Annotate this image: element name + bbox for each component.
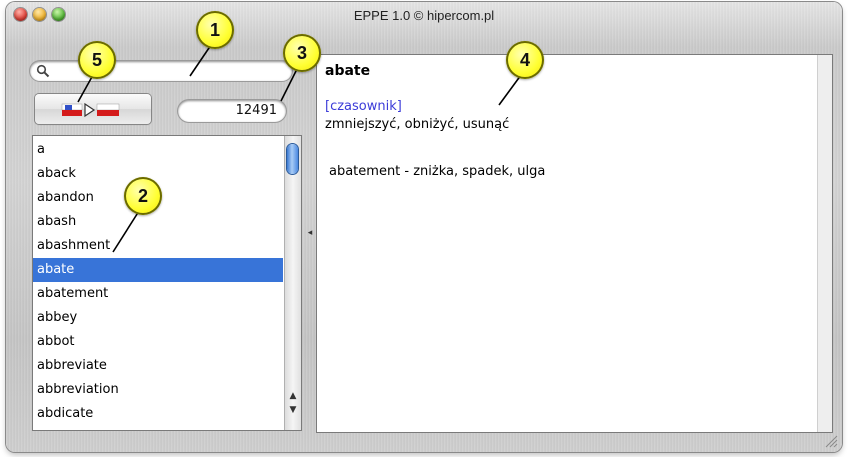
word-list-item[interactable]: aback	[33, 162, 283, 186]
word-list-item[interactable]: abbey	[33, 306, 283, 330]
definition-meaning: zmniejszyć, obniżyć, usunąć	[325, 117, 510, 132]
callout-1: 1	[196, 11, 234, 49]
word-count-field: 12491	[178, 100, 286, 122]
scroll-up-arrow-icon[interactable]: ▲	[285, 390, 301, 402]
word-list-item[interactable]: abash	[33, 210, 283, 234]
window-title: EPPE 1.0 © hipercom.pl	[353, 8, 495, 23]
word-list[interactable]: a aback abandon abash abashment abate abatemen…	[33, 136, 301, 430]
callout-2: 2	[124, 177, 162, 215]
definition-pane[interactable]: abate [czasownik] zmniejszyć, obniżyć, u…	[317, 55, 832, 432]
part-of-speech-label: [czasownik]	[325, 99, 402, 114]
scroll-down-arrow-icon[interactable]: ▼	[285, 404, 301, 416]
speak-button[interactable]	[35, 94, 151, 124]
title-bar[interactable]: EPPE 1.0 © hipercom.pl	[6, 2, 842, 28]
derived-word: abatement - zniżka, spadek, ulga	[329, 164, 546, 179]
word-list-item[interactable]: abbot	[33, 330, 283, 354]
pane-splitter-handle[interactable]: ◂	[303, 228, 317, 240]
callout-3: 3	[283, 34, 321, 72]
search-field[interactable]	[30, 61, 292, 82]
word-list-item[interactable]: abatement	[33, 282, 283, 306]
speak-pl-flag-icon	[61, 102, 120, 118]
magnifier-icon	[36, 64, 50, 78]
resize-grip-icon[interactable]	[824, 434, 838, 448]
callout-4: 4	[506, 41, 544, 79]
scrollbar-thumb[interactable]	[287, 144, 298, 174]
definition-headword: abate	[325, 63, 371, 79]
app-window: EPPE 1.0 © hipercom.pl 12491 a aback aband…	[6, 2, 842, 452]
word-list-scrollbar[interactable]: ▲ ▼	[284, 136, 301, 430]
word-list-item[interactable]: abbreviate	[33, 354, 283, 378]
word-list-item[interactable]: a	[33, 138, 283, 162]
callout-5: 5	[78, 41, 116, 79]
word-list-item[interactable]: abdicate	[33, 402, 283, 426]
word-list-item[interactable]: abbreviation	[33, 378, 283, 402]
definition-pane-edge	[817, 55, 832, 432]
word-list-item[interactable]: abashment	[33, 234, 283, 258]
word-list-item[interactable]: abate	[33, 258, 283, 282]
word-list-items[interactable]: a aback abandon abash abashment abate abatemen…	[33, 138, 283, 426]
